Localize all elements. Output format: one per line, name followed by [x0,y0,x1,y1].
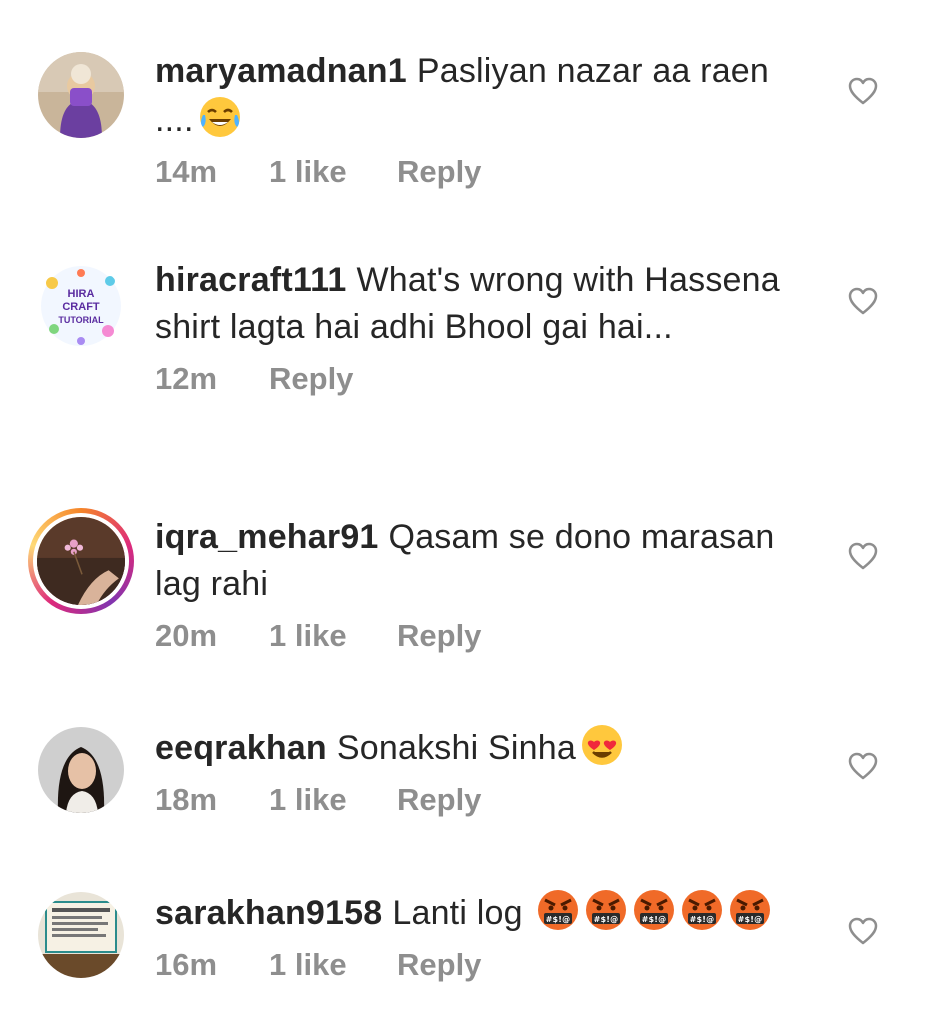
svg-text:HIRA: HIRA [68,288,95,300]
svg-text:TUTORIAL: TUTORIAL [58,315,104,325]
comment-body: Sonakshi Sinha [336,729,576,767]
comment-text: hiracraft111 What's wrong with Hassena sh… [155,257,815,351]
svg-text:#$!@: #$!@ [546,915,571,924]
like-heart-icon[interactable] [848,917,878,945]
avatar-image [37,517,125,605]
svg-text:#$!@: #$!@ [690,915,715,924]
comment-username[interactable]: hiracraft111 [155,261,346,299]
avatar-story-ring[interactable] [28,508,134,614]
cursing-face-emoji-icon: #$!@ [728,888,772,932]
comment-likes-count[interactable]: 1 like [269,154,397,190]
comment-meta: 18m 1 like Reply [155,782,815,818]
avatar[interactable] [38,52,124,138]
comment-username[interactable]: eeqrakhan [155,729,327,767]
tears-of-joy-emoji-icon [198,95,242,139]
comment-text: iqra_mehar91 Qasam se dono marasan lag ra… [155,514,815,608]
avatar-image [38,892,124,978]
avatar-image [38,52,124,138]
comment-meta: 20m 1 like Reply [155,618,815,654]
comment-body: Lanti log [392,894,523,932]
comment-likes-count[interactable]: 1 like [269,782,397,818]
avatar-image: HIRA CRAFT TUTORIAL [38,263,124,349]
comment-timestamp[interactable]: 12m [155,361,269,397]
comment-username[interactable]: maryamadnan1 [155,52,407,90]
avatar-image [38,727,124,813]
comment-meta: 12m Reply [155,361,815,397]
comment-meta: 16m 1 like Reply [155,947,815,983]
reply-button[interactable]: Reply [397,154,481,190]
cursing-face-emoji-icon: #$!@ [680,888,724,932]
comment-timestamp[interactable]: 18m [155,782,269,818]
svg-text:#$!@: #$!@ [738,915,763,924]
avatar[interactable] [38,892,124,978]
reply-button[interactable]: Reply [269,361,353,397]
like-heart-icon[interactable] [848,752,878,780]
svg-text:CRAFT: CRAFT [62,301,100,313]
comment-timestamp[interactable]: 14m [155,154,269,190]
like-heart-icon[interactable] [848,77,878,105]
reply-button[interactable]: Reply [397,618,481,654]
svg-text:#$!@: #$!@ [594,915,619,924]
heart-eyes-emoji-icon [580,723,624,767]
comment-timestamp[interactable]: 16m [155,947,269,983]
avatar[interactable] [38,727,124,813]
avatar[interactable]: HIRA CRAFT TUTORIAL [38,263,124,349]
comment-text: maryamadnan1 Pasliyan nazar aa raen .... [155,48,815,144]
like-heart-icon[interactable] [848,287,878,315]
reply-button[interactable]: Reply [397,782,481,818]
comment-timestamp[interactable]: 20m [155,618,269,654]
comment-likes-count[interactable]: 1 like [269,618,397,654]
avatar [33,513,129,609]
cursing-face-emoji-icon: #$!@ [584,888,628,932]
reply-button[interactable]: Reply [397,947,481,983]
cursing-face-emoji-icon: #$!@ [632,888,676,932]
comment-text: sarakhan9158 Lanti log #$!@ #$!@ #$!@ #$!@ #$… [155,888,815,937]
like-heart-icon[interactable] [848,542,878,570]
comment-username[interactable]: iqra_mehar91 [155,518,379,556]
comment-username[interactable]: sarakhan9158 [155,894,382,932]
comment-meta: 14m 1 like Reply [155,154,815,190]
comment-text: eeqrakhan Sonakshi Sinha [155,723,815,772]
svg-text:#$!@: #$!@ [642,915,667,924]
cursing-face-emoji-icon: #$!@ [536,888,580,932]
comment-likes-count[interactable]: 1 like [269,947,397,983]
